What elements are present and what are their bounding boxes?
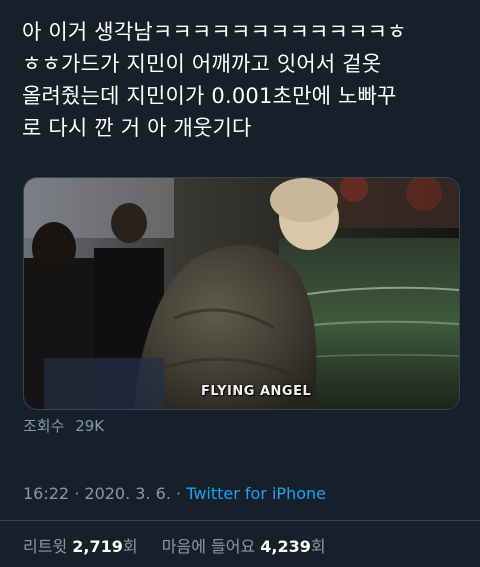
view-count-label: 조회수 <box>23 417 65 435</box>
tweet-text: 아 이거 생각남ㅋㅋㅋㅋㅋㅋㅋㅋㅋㅋㅋㅋㅎ ㅎㅎ가드가 지민이 어깨까고 잇어서… <box>22 16 462 144</box>
tweet-date[interactable]: 2020. 3. 6. <box>84 484 171 503</box>
view-count: 조회수 29K <box>23 415 104 436</box>
tweet-metadata: 16:22 · 2020. 3. 6. · Twitter for iPhone <box>23 484 326 503</box>
retweets-label[interactable]: 리트윗 <box>23 537 67 556</box>
view-count-value: 29K <box>75 417 105 435</box>
video-frame <box>24 178 459 409</box>
tweet-text-line: ㅎㅎ가드가 지민이 어깨까고 잇어서 겉옷 <box>22 52 382 76</box>
divider <box>0 520 480 521</box>
likes-count[interactable]: 4,239 <box>260 537 311 556</box>
tweet-time[interactable]: 16:22 <box>23 484 69 503</box>
tweet-media-video[interactable]: FLYING ANGEL <box>23 177 460 410</box>
retweets-count[interactable]: 2,719 <box>72 537 123 556</box>
tweet-text-line: 로 다시 깐 거 아 개웃기다 <box>22 116 252 140</box>
video-watermark: FLYING ANGEL <box>201 384 312 399</box>
retweets-unit: 회 <box>122 537 138 556</box>
meta-separator: · <box>74 484 80 503</box>
likes-label[interactable]: 마음에 들어요 <box>162 537 255 556</box>
likes-unit: 회 <box>310 537 326 556</box>
tweet-text-line: 올려줬는데 지민이가 0.001초만에 노빠꾸 <box>22 84 397 108</box>
tweet-source-link[interactable]: Twitter for iPhone <box>186 484 326 503</box>
tweet-text-line: 아 이거 생각남ㅋㅋㅋㅋㅋㅋㅋㅋㅋㅋㅋㅋㅎ <box>22 20 407 44</box>
meta-separator: · <box>176 484 182 503</box>
tweet-stats: 리트윗 2,719회 마음에 들어요 4,239회 <box>23 533 326 557</box>
tweet-detail: 아 이거 생각남ㅋㅋㅋㅋㅋㅋㅋㅋㅋㅋㅋㅋㅎ ㅎㅎ가드가 지민이 어깨까고 잇어서… <box>0 0 480 567</box>
